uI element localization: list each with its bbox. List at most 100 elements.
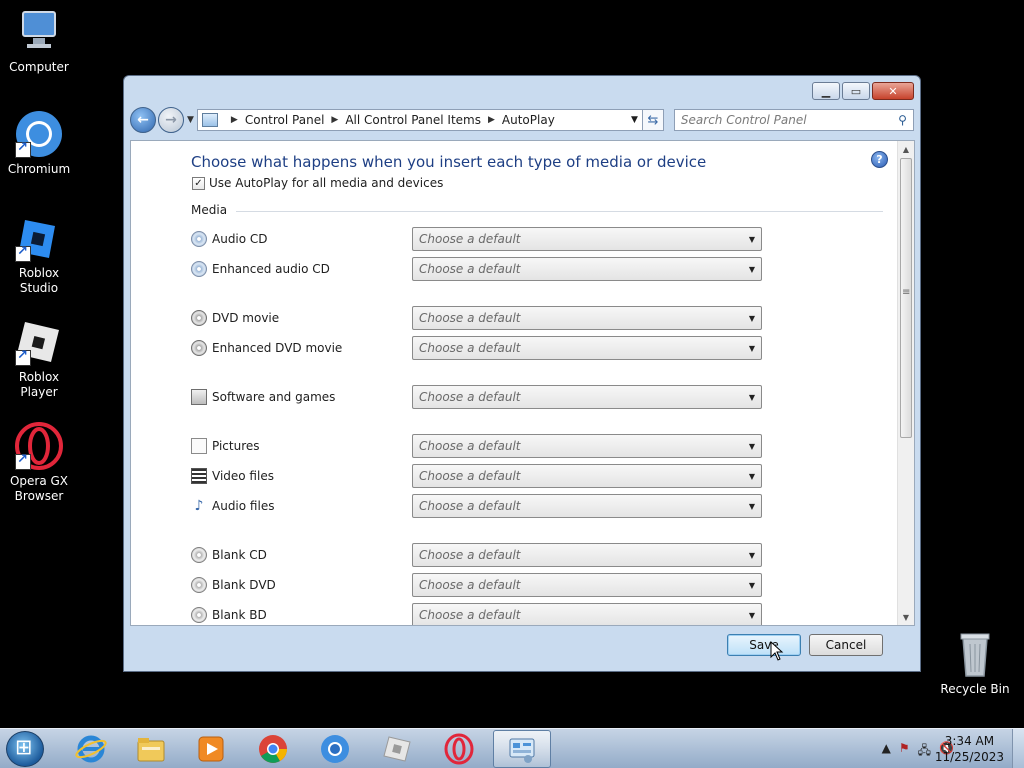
video-files-icon: [191, 468, 207, 484]
back-button[interactable]: ←: [130, 107, 156, 133]
vertical-scrollbar[interactable]: ▲ ▼: [897, 141, 914, 625]
scrollbar-thumb[interactable]: [900, 158, 912, 438]
close-icon: ✕: [888, 84, 898, 98]
show-hidden-icons-icon[interactable]: ▲: [882, 741, 891, 762]
blank-cd-select[interactable]: Choose a default ▼: [412, 543, 762, 567]
taskbar-chrome[interactable]: [244, 730, 302, 768]
taskbar-control-panel[interactable]: [493, 730, 551, 768]
search-input[interactable]: [680, 113, 899, 127]
scroll-up-icon[interactable]: ▲: [898, 141, 914, 157]
forward-button[interactable]: →: [158, 107, 184, 133]
shortcut-arrow-icon: [15, 348, 31, 366]
blank-dvd-select[interactable]: Choose a default ▼: [412, 573, 762, 597]
autoplay-checkbox-label[interactable]: Use AutoPlay for all media and devices: [209, 176, 443, 190]
breadcrumb-control-panel[interactable]: Control Panel: [245, 113, 325, 127]
close-button[interactable]: ✕: [872, 82, 914, 100]
navigation-bar: ← → ▼ ▶ Control Panel ▶ All Control Pane…: [130, 106, 914, 134]
audio-files-select[interactable]: Choose a default ▼: [412, 494, 762, 518]
address-dropdown-icon[interactable]: ▼: [631, 115, 638, 125]
clock[interactable]: 3:34 AM 11/25/2023: [935, 733, 1004, 765]
minimize-button[interactable]: ▁: [812, 82, 840, 100]
breadcrumb-autoplay[interactable]: AutoPlay: [502, 113, 555, 127]
enhanced-audio-cd-select[interactable]: Choose a default ▼: [412, 257, 762, 281]
taskbar-chromium[interactable]: [306, 730, 364, 768]
blank-bd-icon: [191, 607, 207, 623]
taskbar-opera-gx[interactable]: [430, 730, 488, 768]
media-label: Software and games: [212, 390, 336, 404]
autoplay-toggle[interactable]: ✓ Use AutoPlay for all media and devices: [192, 176, 443, 190]
maximize-button[interactable]: ▭: [842, 82, 870, 100]
taskbar-internet-explorer[interactable]: [62, 730, 120, 768]
media-player-icon: [198, 736, 224, 762]
network-icon[interactable]: 🖧: [918, 741, 931, 762]
shortcut-arrow-icon: [15, 452, 31, 470]
video-files-select[interactable]: Choose a default ▼: [412, 464, 762, 488]
opera-gx-icon: [15, 422, 63, 470]
desktop-icon-roblox-studio[interactable]: Roblox Studio: [0, 214, 78, 296]
content-pane: Choose what happens when you insert each…: [130, 140, 915, 626]
enhanced-audio-cd-icon: [191, 261, 207, 277]
media-row-dvd-movie: DVD movie Choose a default ▼: [191, 306, 766, 330]
desktop-icon-roblox-player[interactable]: Roblox Player: [0, 318, 78, 400]
dropdown-arrow-icon: ▼: [748, 313, 755, 323]
mouse-pointer-icon: [770, 641, 784, 661]
blank-dvd-icon: [191, 577, 207, 593]
dropdown-arrow-icon: ▼: [748, 580, 755, 590]
blank-bd-select[interactable]: Choose a default ▼: [412, 603, 762, 625]
action-center-flag-icon[interactable]: ⚑: [899, 741, 910, 762]
help-icon[interactable]: ?: [871, 151, 888, 168]
media-row-enhanced-dvd-movie: Enhanced DVD movie Choose a default ▼: [191, 336, 766, 360]
search-box[interactable]: ⚲: [673, 109, 914, 131]
pictures-select[interactable]: Choose a default ▼: [412, 434, 762, 458]
software-games-select[interactable]: Choose a default ▼: [412, 385, 762, 409]
desktop-icon-label: Recycle Bin: [940, 682, 1010, 696]
media-row-video-files: Video files Choose a default ▼: [191, 464, 766, 488]
audio-cd-select[interactable]: Choose a default ▼: [412, 227, 762, 251]
show-desktop-button[interactable]: [1012, 729, 1024, 768]
start-button[interactable]: [6, 731, 44, 767]
taskbar-roblox[interactable]: [368, 730, 426, 768]
shortcut-arrow-icon: [15, 140, 31, 158]
computer-icon: [15, 8, 63, 56]
media-row-enhanced-audio-cd: Enhanced audio CD Choose a default ▼: [191, 257, 766, 281]
clock-date: 11/25/2023: [934, 750, 1004, 764]
scroll-area: Choose what happens when you insert each…: [131, 141, 897, 625]
breadcrumb-separator-icon[interactable]: ▶: [231, 115, 238, 125]
select-value: Choose a default: [419, 390, 521, 404]
media-row-blank-cd: Blank CD Choose a default ▼: [191, 543, 766, 567]
desktop-icon-opera-gx[interactable]: Opera GX Browser: [0, 422, 78, 504]
dropdown-arrow-icon: ▼: [748, 234, 755, 244]
dropdown-arrow-icon: ▼: [748, 264, 755, 274]
breadcrumb-separator-icon[interactable]: ▶: [488, 115, 495, 125]
autoplay-checkbox[interactable]: ✓: [192, 176, 205, 190]
breadcrumb-separator-icon[interactable]: ▶: [331, 115, 338, 125]
cancel-button[interactable]: Cancel: [809, 634, 883, 656]
control-panel-icon: [509, 738, 535, 763]
media-row-audio-cd: Audio CD Choose a default ▼: [191, 227, 766, 251]
enhanced-dvd-movie-select[interactable]: Choose a default ▼: [412, 336, 762, 360]
software-games-icon: [191, 389, 207, 405]
minimize-icon: ▁: [821, 84, 831, 98]
search-icon[interactable]: ⚲: [898, 113, 907, 127]
shortcut-arrow-icon: [15, 244, 31, 262]
select-value: Choose a default: [419, 548, 521, 562]
taskbar-file-explorer[interactable]: [122, 730, 180, 768]
dvd-movie-select[interactable]: Choose a default ▼: [412, 306, 762, 330]
select-value: Choose a default: [419, 341, 521, 355]
taskbar-media-player[interactable]: [182, 730, 240, 768]
breadcrumb-all-items[interactable]: All Control Panel Items: [345, 113, 481, 127]
refresh-button[interactable]: ⇆: [641, 109, 664, 131]
recent-pages-dropdown[interactable]: ▼: [187, 115, 194, 125]
desktop-icon-chromium[interactable]: Chromium: [0, 110, 78, 177]
address-bar[interactable]: ▶ Control Panel ▶ All Control Panel Item…: [196, 109, 643, 131]
select-value: Choose a default: [419, 499, 521, 513]
desktop-icon-computer[interactable]: Computer: [0, 8, 78, 75]
media-label: Pictures: [212, 439, 260, 453]
save-button[interactable]: Save: [727, 634, 801, 656]
dropdown-arrow-icon: ▼: [748, 441, 755, 451]
enhanced-dvd-movie-icon: [191, 340, 207, 356]
desktop-icon-label: Roblox Player: [18, 370, 60, 399]
scroll-down-icon[interactable]: ▼: [898, 609, 914, 625]
select-value: Choose a default: [419, 608, 521, 622]
desktop-icon-recycle-bin[interactable]: Recycle Bin: [936, 630, 1014, 697]
